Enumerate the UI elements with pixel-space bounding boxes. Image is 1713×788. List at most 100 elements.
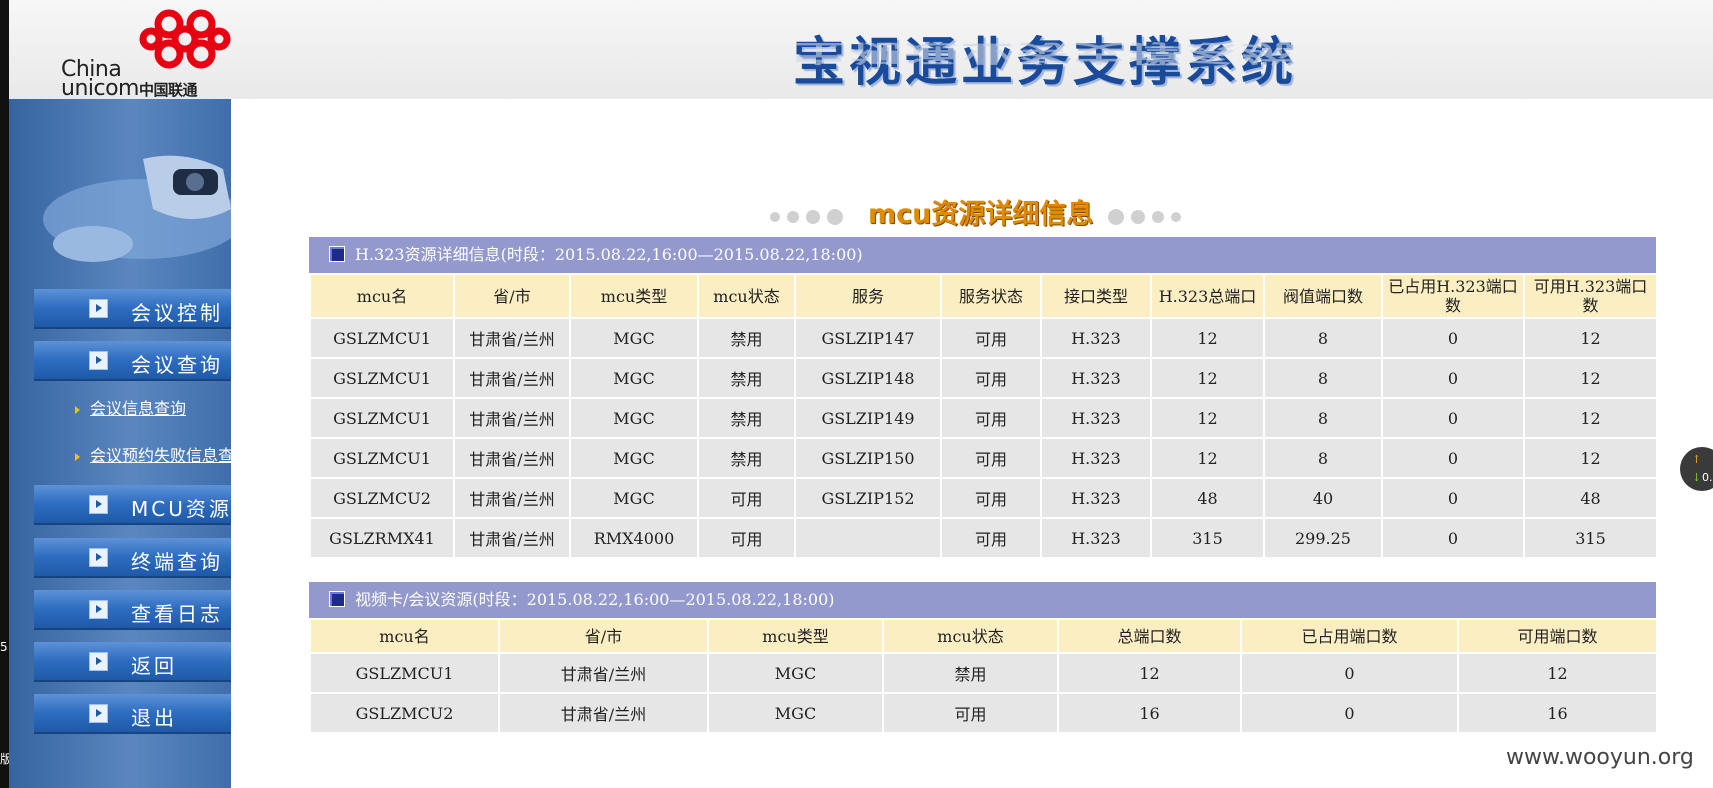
table-cell: MGC <box>707 692 884 734</box>
table-cell: H.323 <box>1040 317 1152 359</box>
table-cell: 12 <box>1057 652 1242 694</box>
table-cell: MGC <box>707 652 884 694</box>
nav-meeting-control-button[interactable]: 会议控制 <box>34 289 231 329</box>
table-cell: GSLZRMX41 <box>309 517 455 559</box>
nav-meeting-query-button[interactable]: 会议查询 <box>34 341 231 381</box>
table-cell: 0 <box>1381 437 1525 479</box>
h323-resource-panel: H.323资源详细信息(时段：2015.08.22,16:00—2015.08.… <box>309 237 1658 559</box>
table-cell: 12 <box>1523 357 1658 399</box>
video-card-resource-panel: 视频卡/会议资源(时段：2015.08.22,16:00—2015.08.22,… <box>309 582 1658 734</box>
page-heading: mcu资源详细信息 <box>770 192 1210 232</box>
sidebar: 会议控制 会议查询 会议信息查询 会议预约失败信息查 MCU资源 终端查询 查看… <box>9 99 231 788</box>
play-arrow-icon <box>89 652 108 671</box>
table-cell: GSLZIP148 <box>794 357 942 399</box>
table-cell: 315 <box>1523 517 1658 559</box>
table-cell: 0 <box>1381 317 1525 359</box>
network-speed-widget[interactable]: ↑ ↓ 0. <box>1680 447 1713 491</box>
h323-resource-table: mcu名 省/市 mcu类型 mcu状态 服务 服务状态 接口类型 H.323总… <box>309 273 1658 559</box>
table-cell: 甘肃省/兰州 <box>453 317 571 359</box>
video-terminal-icon <box>43 155 231 262</box>
column-header: mcu类型 <box>569 273 699 319</box>
table-cell: 0 <box>1381 357 1525 399</box>
table-cell: MGC <box>569 357 699 399</box>
column-header: mcu名 <box>309 618 500 654</box>
table-cell: MGC <box>569 477 699 519</box>
column-header: 总端口数 <box>1057 618 1242 654</box>
nav-terminal-query-button[interactable]: 终端查询 <box>34 538 231 578</box>
table-cell: 12 <box>1150 317 1265 359</box>
table-cell: 48 <box>1523 477 1658 519</box>
play-arrow-icon <box>89 548 108 567</box>
table-cell: 48 <box>1150 477 1265 519</box>
table-cell: MGC <box>569 397 699 439</box>
table-cell: 甘肃省/兰州 <box>453 437 571 479</box>
table-cell: 可用 <box>697 477 796 519</box>
sub-link-meeting-info-query[interactable]: 会议信息查询 <box>75 395 186 419</box>
table-header-row: mcu名 省/市 mcu类型 mcu状态 服务 服务状态 接口类型 H.323总… <box>309 273 1658 319</box>
bullet-arrow-icon <box>75 405 80 414</box>
column-header: 省/市 <box>453 273 571 319</box>
table-row: GSLZMCU1 甘肃省/兰州 MGC 禁用 GSLZIP149 可用 H.32… <box>309 397 1658 439</box>
nav-label: MCU资源 <box>131 497 231 521</box>
logo-text: China unicom中国联通 <box>61 57 198 101</box>
table-cell: GSLZMCU1 <box>309 357 455 399</box>
china-unicom-logo: China unicom中国联通 <box>61 4 241 100</box>
table-cell: H.323 <box>1040 397 1152 439</box>
table-header-row: mcu名 省/市 mcu类型 mcu状态 总端口数 已占用端口数 可用端口数 <box>309 618 1658 654</box>
table-cell: 可用 <box>940 317 1042 359</box>
speed-value: 0. <box>1702 471 1713 484</box>
nav-mcu-resource-button[interactable]: MCU资源 <box>34 485 231 525</box>
nav-logout-button[interactable]: 退出 <box>34 694 231 734</box>
table-cell: RMX4000 <box>569 517 699 559</box>
table-cell: 可用 <box>940 517 1042 559</box>
table-cell: 0 <box>1240 692 1459 734</box>
table-cell: GSLZIP150 <box>794 437 942 479</box>
table-cell: 12 <box>1457 652 1658 694</box>
nav-label: 退出 <box>131 706 177 730</box>
h323-panel-header: H.323资源详细信息(时段：2015.08.22,16:00—2015.08.… <box>309 237 1656 273</box>
table-cell <box>794 517 942 559</box>
nav-label: 终端查询 <box>131 550 223 574</box>
decorative-dots-left <box>770 206 850 225</box>
system-title-reflection: 宝视通业务支撑系统 <box>793 39 1298 67</box>
h323-panel-title: H.323资源详细信息(时段：2015.08.22,16:00—2015.08.… <box>355 245 863 264</box>
table-cell: 甘肃省/兰州 <box>453 477 571 519</box>
table-cell: 禁用 <box>697 357 796 399</box>
table-cell: 12 <box>1150 357 1265 399</box>
edge-text: 5 <box>0 640 8 654</box>
table-cell: 可用 <box>940 477 1042 519</box>
table-cell: 0 <box>1381 517 1525 559</box>
watermark: www.wooyun.org <box>1506 745 1694 770</box>
table-cell: 禁用 <box>697 397 796 439</box>
table-row: GSLZMCU1 甘肃省/兰州 MGC 禁用 GSLZIP150 可用 H.32… <box>309 437 1658 479</box>
table-cell: 0 <box>1381 477 1525 519</box>
play-arrow-icon <box>89 495 108 514</box>
table-cell: 40 <box>1263 477 1383 519</box>
video-panel-header: 视频卡/会议资源(时段：2015.08.22,16:00—2015.08.22,… <box>309 582 1656 618</box>
table-cell: 12 <box>1150 437 1265 479</box>
column-header: mcu类型 <box>707 618 884 654</box>
table-cell: H.323 <box>1040 437 1152 479</box>
nav-view-log-button[interactable]: 查看日志 <box>34 590 231 630</box>
nav-label: 查看日志 <box>131 602 223 626</box>
table-row: GSLZMCU1 甘肃省/兰州 MGC 禁用 GSLZIP147 可用 H.32… <box>309 317 1658 359</box>
table-row: GSLZMCU2 甘肃省/兰州 MGC 可用 GSLZIP152 可用 H.32… <box>309 477 1658 519</box>
play-arrow-icon <box>89 351 108 370</box>
table-cell: GSLZMCU1 <box>309 437 455 479</box>
sub-link-booking-failure-query[interactable]: 会议预约失败信息查 <box>75 442 231 466</box>
column-header: 服务状态 <box>940 273 1042 319</box>
decorative-dots-right <box>1108 206 1188 225</box>
column-header: 阀值端口数 <box>1263 273 1383 319</box>
column-header: mcu状态 <box>882 618 1059 654</box>
table-row: GSLZMCU2 甘肃省/兰州 MGC 可用 16 0 16 <box>309 692 1658 734</box>
table-cell: 可用 <box>940 437 1042 479</box>
table-cell: 12 <box>1150 397 1265 439</box>
table-cell: GSLZMCU2 <box>309 477 455 519</box>
nav-back-button[interactable]: 返回 <box>34 642 231 682</box>
panel-square-icon <box>329 591 345 607</box>
download-arrow-icon: ↓ <box>1692 471 1702 484</box>
table-cell: H.323 <box>1040 517 1152 559</box>
nav-label: 会议查询 <box>131 353 223 377</box>
table-cell: 315 <box>1150 517 1265 559</box>
table-cell: H.323 <box>1040 357 1152 399</box>
